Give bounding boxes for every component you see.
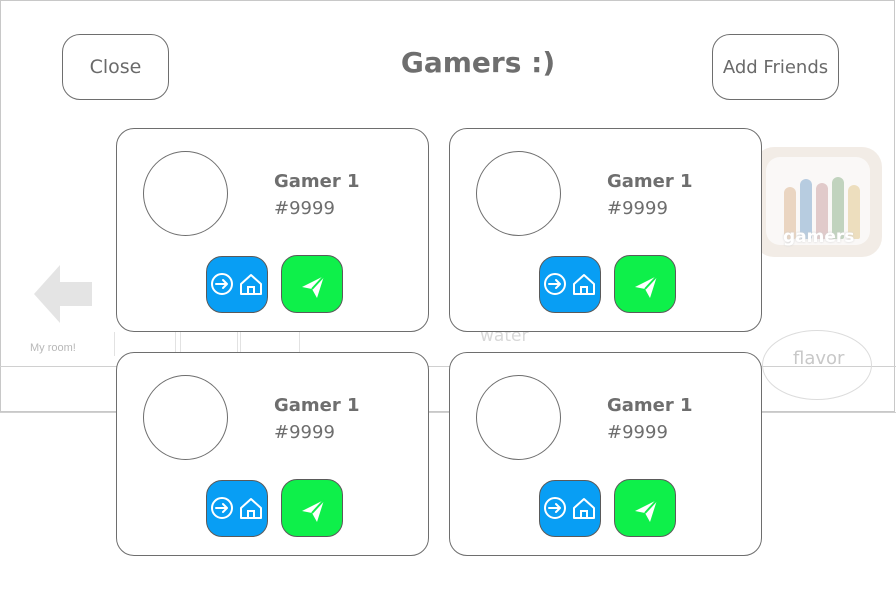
enter-home-icon — [544, 497, 595, 519]
send-message-button[interactable] — [281, 255, 343, 313]
send-message-button[interactable] — [614, 479, 676, 537]
paper-plane-icon — [635, 275, 658, 298]
close-button[interactable]: Close — [62, 34, 169, 100]
enter-home-icon — [211, 273, 262, 295]
friend-card: Gamer 1 #9999 — [116, 352, 429, 556]
visit-home-button[interactable] — [539, 480, 601, 537]
friend-name: Gamer 1 — [274, 171, 360, 192]
friend-tag: #9999 — [274, 198, 335, 219]
gamers-room-label: gamers — [783, 227, 855, 247]
flavor-label: flavor — [793, 348, 845, 369]
avatar — [476, 375, 561, 460]
enter-home-icon — [211, 497, 262, 519]
avatar — [476, 151, 561, 236]
avatar — [143, 151, 228, 236]
friend-card: Gamer 1 #9999 — [116, 128, 429, 332]
page-title: Gamers :) — [400, 46, 556, 79]
visit-home-button[interactable] — [206, 480, 268, 537]
paper-plane-icon — [635, 499, 658, 522]
add-friends-button[interactable]: Add Friends — [712, 34, 839, 100]
paper-plane-icon — [302, 275, 325, 298]
my-room-label: My room! — [30, 342, 76, 354]
avatar — [143, 375, 228, 460]
friend-name: Gamer 1 — [274, 395, 360, 416]
send-message-button[interactable] — [281, 479, 343, 537]
enter-home-icon — [544, 273, 595, 295]
friend-tag: #9999 — [607, 198, 668, 219]
friend-tag: #9999 — [274, 422, 335, 443]
friend-card: Gamer 1 #9999 — [449, 352, 762, 556]
visit-home-button[interactable] — [206, 256, 268, 313]
friend-name: Gamer 1 — [607, 171, 693, 192]
friend-name: Gamer 1 — [607, 395, 693, 416]
back-arrow-icon[interactable] — [34, 265, 94, 323]
friend-tag: #9999 — [607, 422, 668, 443]
friend-card: Gamer 1 #9999 — [449, 128, 762, 332]
visit-home-button[interactable] — [539, 256, 601, 313]
send-message-button[interactable] — [614, 255, 676, 313]
paper-plane-icon — [302, 499, 325, 522]
